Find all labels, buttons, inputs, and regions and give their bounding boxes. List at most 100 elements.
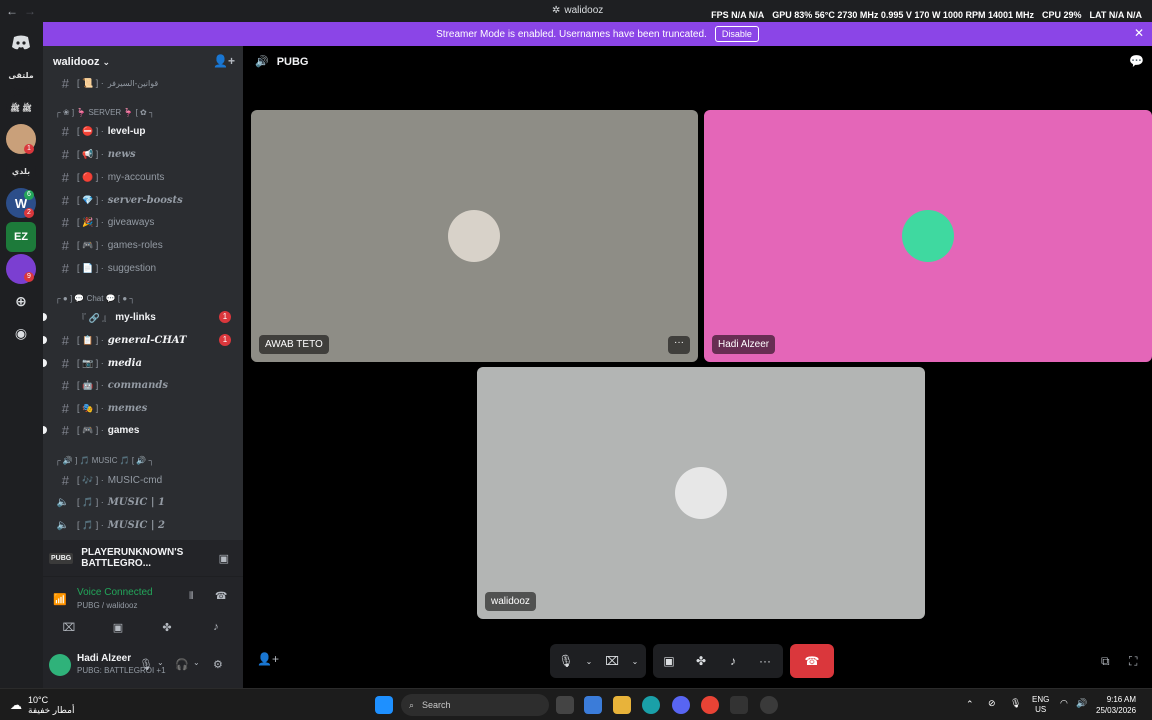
participant-tile[interactable]: Hadi Alzeer bbox=[704, 110, 1152, 362]
channel-item[interactable]: # [ 🎶 ] · MUSIC-cmd bbox=[43, 470, 243, 490]
voice-channel-item[interactable]: 🔈 [ 🎵 ] · MUSIC | 2 bbox=[43, 515, 243, 535]
participant-tile[interactable]: walidooz bbox=[477, 367, 925, 619]
channel-item[interactable]: # [ 🎮 ] · games-roles bbox=[43, 235, 243, 255]
mic-tray-icon[interactable]: 🎙 bbox=[1010, 698, 1021, 709]
voice-channel-item[interactable]: 🔈 [ 🎵 ] · MUSIC | 1 bbox=[43, 492, 243, 512]
volume-icon[interactable]: 🔊 bbox=[1076, 698, 1087, 709]
chrome-icon[interactable] bbox=[701, 696, 719, 714]
steam-icon[interactable] bbox=[760, 696, 778, 714]
disconnect-icon[interactable]: ☎ bbox=[215, 591, 227, 602]
channel-item[interactable]: # [ 📜 ] · قوانين-السيرفر bbox=[43, 73, 243, 93]
channel-item[interactable]: # [ 💎 ] · server-boosts bbox=[43, 190, 243, 210]
chevron-down-icon[interactable]: ⌄ bbox=[628, 644, 642, 678]
soundboard-button[interactable]: ♪ bbox=[196, 617, 236, 637]
invite-people-icon[interactable]: 👤+ bbox=[213, 54, 235, 68]
discover-icon[interactable]: ◉ bbox=[6, 318, 36, 348]
channel-item[interactable]: # [ 📢 ] · news bbox=[43, 144, 243, 164]
headphones-icon[interactable]: 🎧 bbox=[175, 658, 189, 671]
more-options-icon[interactable]: ··· bbox=[668, 336, 690, 354]
voice-channel-path[interactable]: PUBG / walidooz bbox=[77, 601, 137, 610]
back-arrow-icon[interactable]: ← bbox=[6, 4, 18, 18]
server-icon[interactable]: بلدي bbox=[6, 156, 36, 186]
microphone-icon[interactable]: 🎙 bbox=[550, 644, 582, 678]
hash-icon: # bbox=[61, 377, 69, 393]
window-title-text: walidooz bbox=[564, 5, 604, 16]
voice-status[interactable]: Voice Connected bbox=[77, 587, 153, 598]
category-chat[interactable]: ┌ ● ] 💬 Chat 💬 [ ● ┐ bbox=[55, 294, 135, 303]
channel-item[interactable]: # [ ⛔ ] · level-up bbox=[43, 121, 243, 141]
channel-item[interactable]: # [ 📄 ] · suggestion bbox=[43, 258, 243, 278]
share-screen-button[interactable]: ▣ bbox=[98, 617, 138, 637]
camera-off-icon[interactable]: ⌧ bbox=[596, 644, 628, 678]
screen-share-icon[interactable]: ▣ bbox=[219, 552, 229, 565]
mention-badge: 1 bbox=[219, 334, 231, 346]
language-indicator[interactable]: ENG US bbox=[1032, 695, 1049, 715]
channel-item[interactable]: # [ 🎭 ] · memes bbox=[43, 398, 243, 418]
server-icon[interactable]: ملتقى bbox=[6, 60, 36, 90]
share-screen-icon[interactable]: ▣ bbox=[653, 644, 685, 678]
disable-streamer-mode-button[interactable]: Disable bbox=[714, 26, 759, 42]
hash-icon: # bbox=[61, 355, 69, 371]
leave-call-button[interactable]: ☎ bbox=[790, 644, 834, 678]
participant-name: walidooz bbox=[485, 592, 536, 611]
add-server-icon[interactable]: ⊕ bbox=[6, 286, 36, 316]
wifi-off-icon[interactable]: ⊘ bbox=[988, 698, 996, 709]
taskbar-search[interactable]: ⌕ Search bbox=[401, 694, 549, 716]
system-clock[interactable]: 9:16 AM 25/03/2026 bbox=[1096, 694, 1136, 716]
category-music[interactable]: ┌ 🔊 ] 🎵 MUSIC 🎵 [ 🔊 ┐ bbox=[55, 456, 154, 465]
close-icon[interactable]: ✕ bbox=[1134, 26, 1144, 40]
username[interactable]: Hadi Alzeer bbox=[77, 653, 131, 664]
channel-item[interactable]: # [ 🎉 ] · giveaways bbox=[43, 212, 243, 232]
hash-icon: # bbox=[61, 75, 69, 91]
channel-item[interactable]: # [ 📋 ] · general-CHAT 1 bbox=[43, 330, 243, 350]
gear-icon[interactable]: ⚙ bbox=[213, 658, 223, 671]
pinwheel-icon: ✲ bbox=[552, 5, 561, 16]
clock-date: 25/03/2026 bbox=[1096, 706, 1137, 715]
popout-icon[interactable]: ⧉ bbox=[1101, 654, 1110, 669]
weather-widget[interactable]: ☁ 10°C أمطار خفيفة bbox=[10, 695, 75, 715]
chevron-down-icon[interactable]: ⌄ bbox=[157, 658, 164, 667]
participant-name: AWAB TETO bbox=[259, 335, 329, 354]
wifi-icon[interactable]: ◠ bbox=[1060, 698, 1068, 709]
forward-arrow-icon[interactable]: → bbox=[24, 4, 36, 18]
channel-item[interactable]: # [ 📷 ] · media bbox=[43, 353, 243, 373]
noise-suppression-icon[interactable]: ⦀ bbox=[189, 591, 193, 602]
discord-home-icon[interactable] bbox=[6, 28, 36, 58]
edge-icon[interactable] bbox=[642, 696, 660, 714]
activities-button[interactable]: ✤ bbox=[147, 617, 187, 637]
activity-panel[interactable]: PUBG PLAYERUNKNOWN'S BATTLEGRO... ▣ bbox=[43, 540, 243, 576]
participant-tile[interactable]: AWAB TETO ··· bbox=[251, 110, 698, 362]
fullscreen-icon[interactable]: ⛶ bbox=[1129, 654, 1137, 669]
server-icon[interactable]: EZ bbox=[6, 222, 36, 252]
channel-item[interactable]: 『 🔗 』 my-links 1 bbox=[43, 307, 243, 327]
chat-bubble-icon[interactable]: 💬 bbox=[1129, 54, 1144, 68]
add-participant-icon[interactable]: 👤+ bbox=[257, 652, 279, 666]
more-icon[interactable]: ··· bbox=[749, 644, 781, 678]
channel-title: PUBG bbox=[276, 55, 309, 68]
start-windows-icon[interactable] bbox=[375, 696, 393, 714]
channel-name: suggestion bbox=[107, 262, 157, 274]
task-view-icon[interactable] bbox=[556, 696, 574, 714]
chevron-up-icon[interactable]: ⌃ bbox=[966, 699, 974, 710]
chevron-down-icon[interactable]: ⌄ bbox=[193, 658, 200, 667]
app-icon[interactable] bbox=[730, 696, 748, 714]
channel-item[interactable]: # [ 🔴 ] · my-accounts bbox=[43, 167, 243, 187]
unread-badge: 9 bbox=[24, 272, 34, 282]
discord-taskbar-icon[interactable] bbox=[672, 696, 690, 714]
channel-item[interactable]: # [ 🎮 ] · games bbox=[43, 420, 243, 440]
soundboard-icon[interactable]: ♪ bbox=[717, 644, 749, 678]
chevron-down-icon[interactable]: ⌄ bbox=[582, 644, 596, 678]
channel-prefix: [ 📷 ] · bbox=[77, 357, 104, 368]
gpu-stat: GPU 83% 56°C 2730 MHz 0.995 V 170 W 1000… bbox=[772, 10, 1034, 20]
server-icon[interactable]: ﷺ ﷺ bbox=[6, 94, 36, 124]
channel-item[interactable]: # [ 🤖 ] · commands bbox=[43, 375, 243, 395]
camera-off-button[interactable]: ⌧ bbox=[49, 617, 89, 637]
activities-icon[interactable]: ✤ bbox=[685, 644, 717, 678]
category-server[interactable]: ┌ ❀ ] 🦩 SERVER 🦩 [ ✿ ┐ bbox=[55, 108, 155, 117]
copilot-icon[interactable] bbox=[584, 696, 602, 714]
signal-icon[interactable]: 📶 bbox=[53, 593, 67, 606]
avatar[interactable] bbox=[49, 654, 71, 676]
channel-name: games bbox=[107, 424, 140, 436]
microphone-icon[interactable]: 🎙 bbox=[139, 658, 153, 671]
file-explorer-icon[interactable] bbox=[613, 696, 631, 714]
